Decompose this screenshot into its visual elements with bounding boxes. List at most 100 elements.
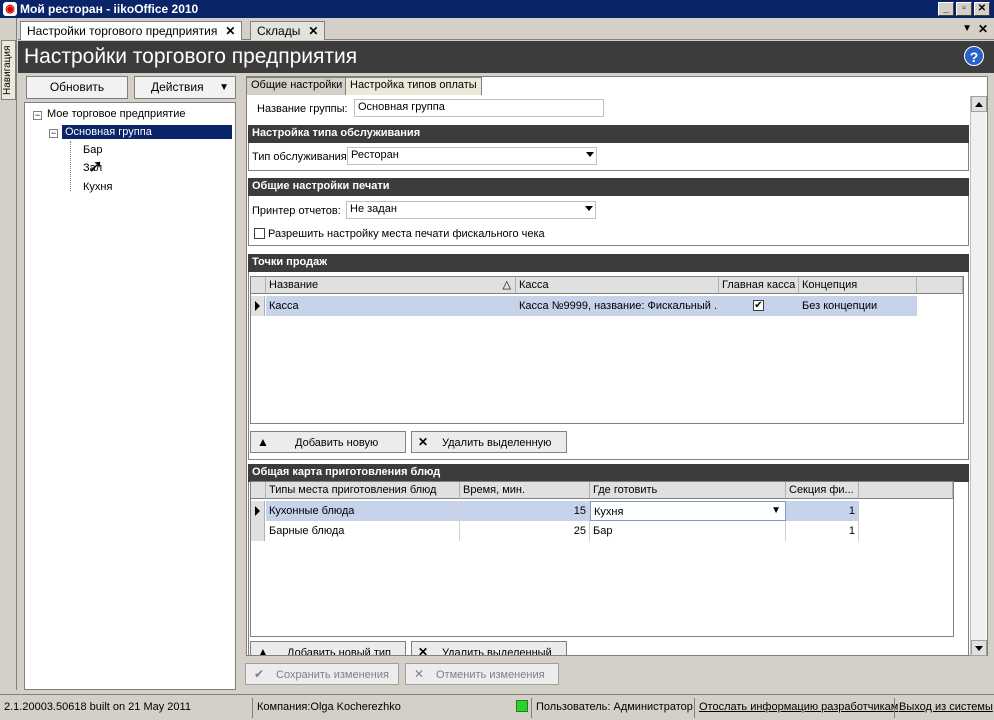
save-changes-button[interactable]: ✔ Сохранить изменения [245, 663, 399, 685]
navigation-tab[interactable]: Навигация [1, 40, 16, 100]
cell-concept[interactable]: Без концепции [799, 296, 917, 316]
group-name-input[interactable]: Основная группа [354, 99, 604, 117]
column-header-concept[interactable]: Концепция [799, 277, 917, 294]
cancel-changes-button[interactable]: ✕ Отменить изменения [405, 663, 559, 685]
dropdown-arrow-icon[interactable]: ▼ [771, 505, 781, 516]
add-sales-point-button[interactable]: ▲ Добавить новую [250, 431, 406, 453]
close-tab-icon[interactable]: ✕ [308, 24, 318, 38]
cell-where-value: Кухня [594, 506, 624, 518]
printer-label: Принтер отчетов: [252, 205, 341, 217]
help-icon[interactable]: ? [964, 46, 984, 66]
cancel-icon: ✕ [414, 667, 425, 681]
sort-asc-icon: △ [502, 279, 511, 291]
collapse-icon[interactable]: − [49, 129, 58, 138]
maximize-button[interactable]: ▫ [956, 2, 972, 16]
fiscal-print-checkbox[interactable] [254, 228, 265, 239]
service-type-value: Ресторан [351, 149, 399, 161]
actions-button[interactable]: Действия ▼ [134, 76, 236, 99]
cancel-changes-label: Отменить изменения [436, 669, 545, 681]
tree-node-group[interactable]: Основная группа [62, 125, 232, 139]
column-header-place-type[interactable]: Типы места приготовления блюд [266, 482, 460, 499]
mouse-cursor-icon: ➚ [88, 156, 104, 176]
fiscal-print-label: Разрешить настройку места печати фискаль… [268, 228, 545, 240]
triangle-up-icon: ▲ [257, 435, 269, 449]
main-cashbox-checkbox[interactable]: ✔ [753, 300, 764, 311]
close-all-tabs-icon[interactable]: ✕ [978, 22, 988, 36]
page-header: Настройки торгового предприятия ? [18, 41, 994, 73]
print-section-header: Общие настройки печати [248, 178, 969, 196]
navigation-strip: Навигация [0, 18, 17, 690]
send-info-link[interactable]: Отослать информацию разработчикам [694, 698, 902, 718]
service-type-select[interactable]: Ресторан [347, 147, 597, 165]
logout-link[interactable]: Выход из системы [894, 698, 994, 718]
save-changes-label: Сохранить изменения [276, 669, 389, 681]
delete-sales-point-label: Удалить выделенную [442, 437, 552, 449]
cell-where[interactable]: Бар [590, 521, 786, 541]
checkmark-icon: ✔ [254, 667, 265, 681]
doc-tab-label: Настройки торгового предприятия [27, 24, 218, 38]
column-header-where[interactable]: Где готовить [590, 482, 786, 499]
window-titlebar: ◉ Мой ресторан - iikoOffice 2010 _ ▫ ✕ [0, 0, 994, 18]
doc-tab-warehouses[interactable]: Склады ✕ [250, 21, 326, 40]
cell-place-type[interactable]: Барные блюда [266, 521, 460, 541]
cell-section[interactable]: 1 [786, 521, 859, 541]
app-icon: ◉ [3, 2, 17, 16]
column-header-label: Название [269, 279, 319, 291]
close-tab-icon[interactable]: ✕ [225, 24, 235, 38]
printer-select[interactable]: Не задан [346, 201, 596, 219]
cell-where-editor[interactable]: Кухня ▼ [590, 501, 786, 521]
delete-type-label: Удалить выделенный [442, 647, 552, 656]
user-info: Пользователь: Администратор [531, 698, 697, 718]
row-indicator[interactable] [251, 521, 265, 541]
column-header-time[interactable]: Время, мин. [460, 482, 590, 499]
row-indicator[interactable] [251, 501, 265, 521]
sales-points-grid: Название △ Касса Главная касса Концепция… [250, 276, 964, 424]
row-indicator[interactable] [251, 296, 265, 316]
close-window-button[interactable]: ✕ [974, 2, 990, 16]
build-info: 2.1.20003.50618 built on 21 May 2011 [4, 701, 191, 713]
collapse-icon[interactable]: − [33, 111, 42, 120]
cell-main-cashbox[interactable]: ✔ [719, 296, 799, 316]
tab-list-dropdown-icon[interactable]: ▼ [962, 23, 972, 34]
cell-section[interactable]: 1 [786, 501, 859, 521]
row-indicator-header [251, 277, 266, 294]
row-indicator-header [251, 482, 266, 499]
actions-button-label: Действия [151, 80, 204, 94]
cell-time[interactable]: 25 [460, 521, 590, 541]
tab-payment-types[interactable]: Настройка типов оплаты [345, 77, 482, 95]
tree-node-bar[interactable]: Бар [83, 144, 102, 156]
refresh-button[interactable]: Обновить [26, 76, 128, 99]
tree-node-root[interactable]: Мое торговое предприятие [47, 108, 185, 120]
column-header-filler [917, 277, 963, 294]
cell-place-type[interactable]: Кухонные блюда [266, 501, 460, 521]
cell-name[interactable]: Касса [266, 296, 516, 316]
scroll-down-icon[interactable] [971, 640, 987, 656]
column-header-main-cashbox[interactable]: Главная касса [719, 277, 799, 294]
vertical-scrollbar[interactable] [970, 96, 987, 656]
service-section-header: Настройка типа обслуживания [248, 125, 969, 143]
delete-icon: ✕ [418, 645, 429, 656]
doc-tab-settings[interactable]: Настройки торгового предприятия ✕ [20, 21, 243, 40]
cooking-section-header: Общая карта приготовления блюд [248, 464, 969, 482]
triangle-up-icon: ▲ [257, 645, 269, 656]
tree-line [70, 141, 71, 191]
tree-node-kitchen[interactable]: Кухня [83, 181, 112, 193]
doc-tab-label: Склады [257, 24, 301, 38]
delete-type-button[interactable]: ✕ Удалить выделенный [411, 641, 567, 656]
service-type-label: Тип обслуживания: [252, 151, 350, 163]
dropdown-arrow-icon [585, 206, 593, 211]
tab-general-settings[interactable]: Общие настройки [246, 77, 348, 95]
add-type-button[interactable]: ▲ Добавить новый тип [250, 641, 406, 656]
cell-cashbox[interactable]: Касса №9999, название: Фискальный ... [516, 296, 719, 316]
minimize-button[interactable]: _ [938, 2, 954, 16]
column-header-section[interactable]: Секция фи... [786, 482, 859, 499]
delete-sales-point-button[interactable]: ✕ Удалить выделенную [411, 431, 567, 453]
scroll-up-icon[interactable] [971, 96, 987, 112]
dropdown-arrow-icon: ▼ [219, 82, 229, 93]
connection-status-icon [516, 700, 528, 712]
cell-time[interactable]: 15 [460, 501, 590, 521]
column-header-name[interactable]: Название △ [266, 277, 516, 294]
document-tabs: Настройки торгового предприятия ✕ Склады ✕… [18, 18, 994, 40]
dropdown-arrow-icon [586, 152, 594, 157]
column-header-cashbox[interactable]: Касса [516, 277, 719, 294]
